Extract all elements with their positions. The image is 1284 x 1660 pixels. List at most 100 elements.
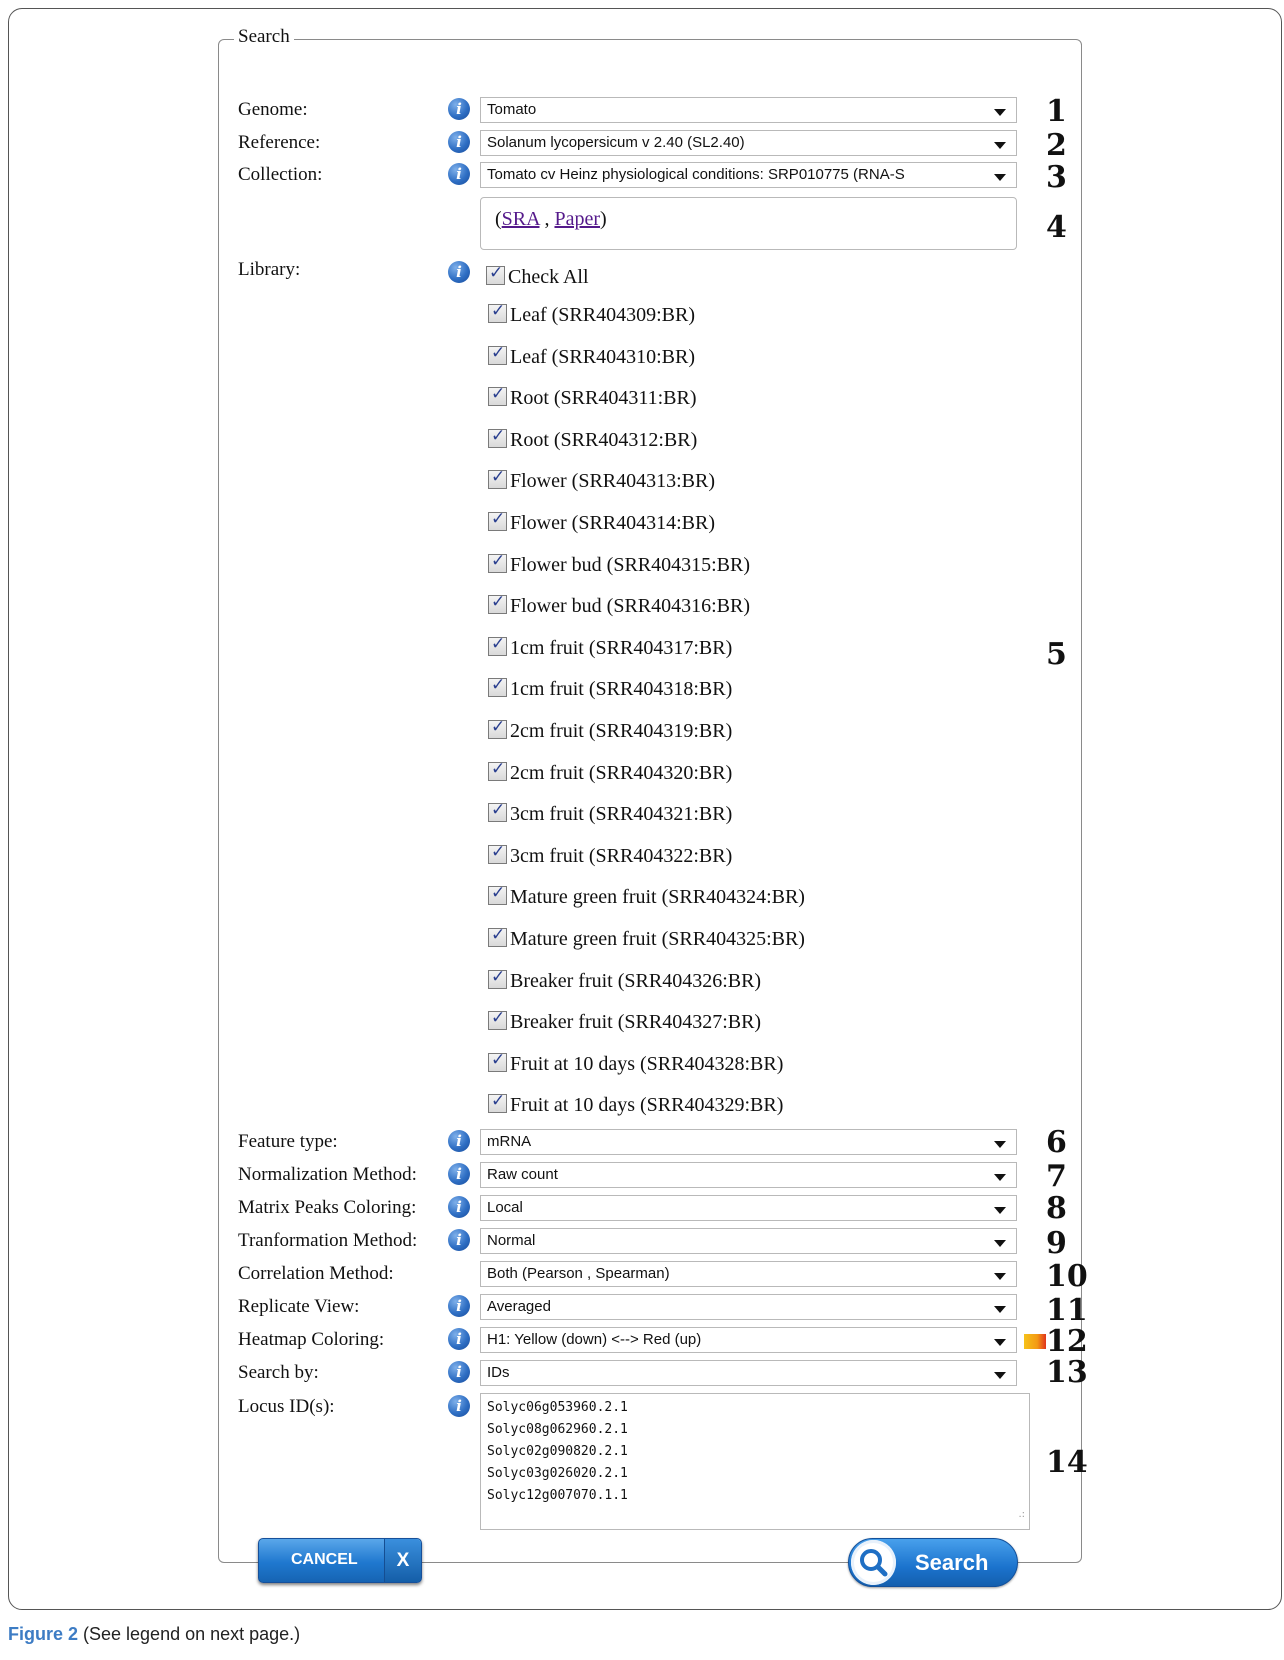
library-item[interactable]: Fruit at 10 days (SRR404328:BR) bbox=[488, 1050, 783, 1076]
info-icon[interactable]: i bbox=[448, 1295, 470, 1317]
callout-number: 13 bbox=[1046, 1355, 1088, 1390]
paper-link[interactable]: Paper bbox=[554, 208, 600, 230]
library-item[interactable]: 2cm fruit (SRR404319:BR) bbox=[488, 717, 733, 743]
library-item-checkbox[interactable] bbox=[488, 384, 507, 406]
library-item-checkbox[interactable] bbox=[488, 551, 507, 573]
info-icon[interactable]: i bbox=[448, 1229, 470, 1251]
library-item[interactable]: Flower bud (SRR404315:BR) bbox=[488, 551, 751, 577]
library-item[interactable]: Leaf (SRR404310:BR) bbox=[488, 343, 695, 369]
collection-select[interactable]: Tomato cv Heinz physiological conditions… bbox=[480, 162, 1017, 188]
library-item[interactable]: Flower bud (SRR404316:BR) bbox=[488, 592, 751, 618]
resize-grip-icon[interactable]: .: bbox=[1018, 1504, 1025, 1526]
library-item[interactable]: Mature green fruit (SRR404324:BR) bbox=[488, 883, 805, 909]
library-item[interactable]: Flower (SRR404313:BR) bbox=[488, 467, 715, 493]
info-icon[interactable]: i bbox=[448, 131, 470, 153]
info-icon[interactable]: i bbox=[448, 1361, 470, 1383]
library-item[interactable]: 1cm fruit (SRR404317:BR) bbox=[488, 634, 732, 660]
library-item[interactable]: Flower (SRR404314:BR) bbox=[488, 509, 715, 535]
transformation-select[interactable]: Normal bbox=[480, 1228, 1017, 1254]
collection-select-value: Tomato cv Heinz physiological conditions… bbox=[487, 166, 905, 183]
info-icon[interactable]: i bbox=[448, 1328, 470, 1350]
paren-close: ) bbox=[600, 208, 607, 230]
locus-id-line: Solyc06g053960.2.1 bbox=[487, 1400, 628, 1415]
check-all-row[interactable]: Check All bbox=[486, 263, 589, 289]
locus-id-textarea[interactable]: Solyc06g053960.2.1 Solyc08g062960.2.1 Soly… bbox=[480, 1393, 1030, 1530]
correlation-select-value: Both (Pearson , Spearman) bbox=[487, 1265, 670, 1282]
matrix-peaks-select[interactable]: Local bbox=[480, 1195, 1017, 1221]
library-item[interactable]: Fruit at 10 days (SRR404329:BR) bbox=[488, 1091, 783, 1117]
library-item-checkbox[interactable] bbox=[488, 925, 507, 947]
search-button[interactable]: Search bbox=[848, 1538, 1018, 1587]
library-item[interactable]: Mature green fruit (SRR404325:BR) bbox=[488, 925, 805, 951]
heatmap-select[interactable]: H1: Yellow (down) <--> Red (up) bbox=[480, 1327, 1017, 1353]
library-item-checkbox[interactable] bbox=[488, 800, 507, 822]
genome-select[interactable]: Tomato bbox=[480, 97, 1017, 123]
info-icon[interactable]: i bbox=[448, 1163, 470, 1185]
library-item-checkbox[interactable] bbox=[488, 759, 507, 781]
library-item-checkbox[interactable] bbox=[488, 1091, 507, 1113]
info-icon[interactable]: i bbox=[448, 261, 470, 283]
library-item-checkbox[interactable] bbox=[488, 967, 507, 989]
library-item[interactable]: Breaker fruit (SRR404326:BR) bbox=[488, 967, 761, 993]
cancel-button-label: CANCEL bbox=[291, 1551, 358, 1568]
info-icon[interactable]: i bbox=[448, 98, 470, 120]
normalization-select[interactable]: Raw count bbox=[480, 1162, 1017, 1188]
info-icon[interactable]: i bbox=[448, 163, 470, 185]
library-item-checkbox[interactable] bbox=[488, 592, 507, 614]
library-item[interactable]: 1cm fruit (SRR404318:BR) bbox=[488, 675, 732, 701]
dropdown-arrow-icon bbox=[994, 142, 1006, 149]
callout-number: 3 bbox=[1046, 160, 1067, 195]
feature-type-select[interactable]: mRNA bbox=[480, 1129, 1017, 1155]
library-item-checkbox[interactable] bbox=[488, 509, 507, 531]
library-item-checkbox[interactable] bbox=[488, 634, 507, 656]
library-item-label: Leaf (SRR404309:BR) bbox=[510, 304, 695, 326]
correlation-select[interactable]: Both (Pearson , Spearman) bbox=[480, 1261, 1017, 1287]
replicate-select[interactable]: Averaged bbox=[480, 1294, 1017, 1320]
library-item-checkbox[interactable] bbox=[488, 717, 507, 739]
normalization-select-value: Raw count bbox=[487, 1166, 558, 1183]
library-item[interactable]: Root (SRR404312:BR) bbox=[488, 426, 697, 452]
library-item-checkbox[interactable] bbox=[488, 301, 507, 323]
library-item[interactable]: 2cm fruit (SRR404320:BR) bbox=[488, 759, 732, 785]
correlation-label: Correlation Method: bbox=[238, 1263, 394, 1284]
library-item-checkbox[interactable] bbox=[488, 426, 507, 448]
library-item[interactable]: Breaker fruit (SRR404327:BR) bbox=[488, 1008, 761, 1034]
info-icon[interactable]: i bbox=[448, 1395, 470, 1417]
callout-number: 7 bbox=[1046, 1159, 1067, 1194]
info-icon[interactable]: i bbox=[448, 1130, 470, 1152]
library-item[interactable]: Leaf (SRR404309:BR) bbox=[488, 301, 695, 327]
close-icon: X bbox=[384, 1539, 421, 1582]
genome-label: Genome: bbox=[238, 99, 308, 120]
transformation-select-value: Normal bbox=[487, 1232, 536, 1249]
library-item-checkbox[interactable] bbox=[488, 467, 507, 489]
replicate-label: Replicate View: bbox=[238, 1296, 360, 1317]
heatmap-select-value: H1: Yellow (down) <--> Red (up) bbox=[487, 1331, 702, 1348]
sra-link[interactable]: SRA bbox=[502, 208, 540, 230]
transformation-label: Tranformation Method: bbox=[238, 1230, 418, 1251]
library-item-label: 2cm fruit (SRR404319:BR) bbox=[510, 720, 733, 742]
check-all-checkbox[interactable] bbox=[486, 263, 505, 285]
search-by-select[interactable]: IDs bbox=[480, 1360, 1017, 1386]
paren-open: ( bbox=[495, 208, 502, 230]
heatmap-label: Heatmap Coloring: bbox=[238, 1329, 385, 1350]
feature-type-select-value: mRNA bbox=[487, 1133, 532, 1150]
library-item-label: Flower bud (SRR404316:BR) bbox=[510, 595, 751, 617]
library-item[interactable]: 3cm fruit (SRR404321:BR) bbox=[488, 800, 732, 826]
info-icon[interactable]: i bbox=[448, 1196, 470, 1218]
library-item-checkbox[interactable] bbox=[488, 1050, 507, 1072]
cancel-button[interactable]: CANCEL X bbox=[258, 1538, 422, 1583]
library-item-label: Mature green fruit (SRR404324:BR) bbox=[510, 886, 805, 908]
library-item[interactable]: Root (SRR404311:BR) bbox=[488, 384, 697, 410]
library-item-checkbox[interactable] bbox=[488, 343, 507, 365]
callout-number: 11 bbox=[1046, 1293, 1088, 1328]
library-item-checkbox[interactable] bbox=[488, 883, 507, 905]
library-item-label: Flower bud (SRR404315:BR) bbox=[510, 554, 751, 576]
dropdown-arrow-icon bbox=[994, 1306, 1006, 1313]
reference-select[interactable]: Solanum lycopersicum v 2.40 (SL2.40) bbox=[480, 130, 1017, 156]
library-item-checkbox[interactable] bbox=[488, 675, 507, 697]
library-item-checkbox[interactable] bbox=[488, 1008, 507, 1030]
matrix-peaks-select-value: Local bbox=[487, 1199, 523, 1216]
library-item[interactable]: 3cm fruit (SRR404322:BR) bbox=[488, 842, 732, 868]
library-item-checkbox[interactable] bbox=[488, 842, 507, 864]
dropdown-arrow-icon bbox=[994, 1240, 1006, 1247]
